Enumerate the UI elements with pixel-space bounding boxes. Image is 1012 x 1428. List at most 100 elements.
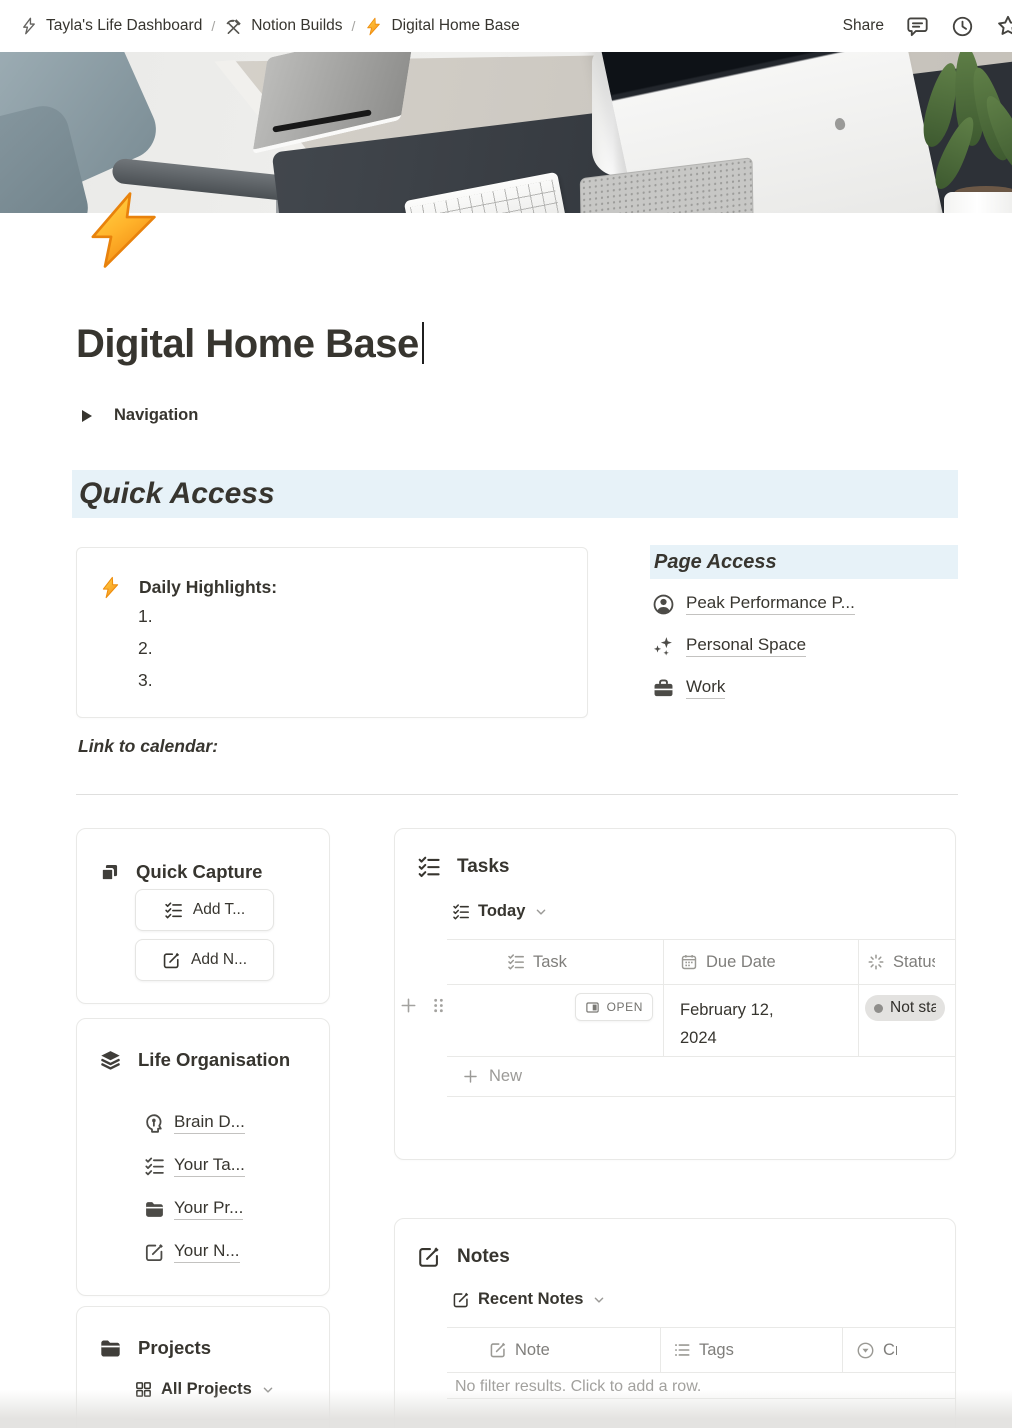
column-header-note[interactable]: Note	[447, 1328, 660, 1372]
side-peek-icon	[585, 1000, 600, 1015]
new-row-button[interactable]: New	[447, 1057, 955, 1097]
calendar-icon	[680, 953, 698, 971]
projects-title: Projects	[138, 1333, 211, 1363]
comments-icon[interactable]	[906, 15, 929, 38]
navigation-toggle[interactable]: Navigation	[82, 406, 198, 425]
page-title[interactable]: Digital Home Base	[76, 322, 424, 367]
view-label: Recent Notes	[478, 1290, 583, 1309]
column-label: Status	[893, 953, 935, 972]
checklist-icon	[507, 953, 525, 971]
page-access-link-peak-performance[interactable]: Peak Performance P...	[652, 589, 855, 619]
sparkles-icon	[652, 635, 675, 658]
folder-icon	[144, 1199, 165, 1220]
share-button[interactable]: Share	[843, 17, 884, 35]
chevron-down-icon	[533, 904, 549, 920]
task-row[interactable]: OPEN February 12, 2024 Not started	[447, 985, 955, 1057]
list-item[interactable]: 1.	[138, 606, 153, 627]
link-brain-dump[interactable]: Brain D...	[144, 1112, 245, 1134]
column-label: Tags	[699, 1341, 734, 1360]
due-date-value: February 12, 2024	[680, 996, 802, 1052]
column-label: Due Date	[706, 953, 776, 972]
open-row-button[interactable]: OPEN	[575, 993, 653, 1021]
cover-plant-pot	[944, 192, 1012, 213]
notion-page: Tayla's Life Dashboard / Notion Builds /…	[0, 0, 1012, 1428]
breadcrumb: Tayla's Life Dashboard / Notion Builds /…	[20, 0, 520, 52]
topbar-actions: Share	[843, 0, 1012, 52]
new-row-label: New	[489, 1067, 522, 1086]
tasks-card: Tasks Today Task Due Date	[394, 828, 956, 1160]
clock-icon[interactable]	[951, 15, 974, 38]
link-your-projects[interactable]: Your Pr...	[144, 1198, 243, 1220]
column-header-created[interactable]: Created	[842, 1328, 955, 1372]
empty-results-text: No filter results. Click to add a row.	[455, 1378, 701, 1396]
quick-access-heading: Quick Access	[72, 470, 958, 518]
tasks-table-header: Task Due Date Status	[447, 939, 955, 985]
due-date-cell[interactable]: February 12, 2024	[663, 985, 858, 1056]
page-access-link-personal-space[interactable]: Personal Space	[652, 631, 806, 661]
link-label: Your N...	[174, 1241, 240, 1263]
breadcrumb-item-digital-home-base[interactable]: Digital Home Base	[364, 17, 519, 36]
add-task-label: Add T...	[193, 901, 245, 919]
layers-icon	[99, 1049, 122, 1072]
circle-down-icon	[856, 1341, 875, 1360]
column-header-task[interactable]: Task	[447, 940, 663, 984]
checklist-icon	[144, 1156, 165, 1177]
life-organisation-title: Life Organisation	[138, 1045, 290, 1075]
column-label: Created	[883, 1341, 897, 1360]
page-access-link-work[interactable]: Work	[652, 673, 725, 703]
notes-title: Notes	[457, 1244, 510, 1270]
navigation-toggle-label: Navigation	[114, 406, 198, 425]
breadcrumb-item-notion-builds[interactable]: Notion Builds	[224, 17, 342, 36]
breadcrumb-separator: /	[211, 18, 215, 34]
today-view-selector[interactable]: Today	[452, 902, 549, 921]
breadcrumb-item-dashboard[interactable]: Tayla's Life Dashboard	[20, 17, 202, 35]
column-header-tags[interactable]: Tags	[660, 1328, 842, 1372]
breadcrumb-label: Digital Home Base	[391, 17, 519, 35]
compose-icon	[417, 1245, 441, 1269]
recent-notes-view-selector[interactable]: Recent Notes	[452, 1290, 607, 1309]
list-item[interactable]: 3.	[138, 670, 153, 691]
page-link-label: Work	[686, 677, 725, 699]
life-organisation-card: Life Organisation Brain D... Your Ta... …	[76, 1018, 330, 1296]
link-label: Brain D...	[174, 1112, 245, 1134]
status-badge: Not started	[865, 995, 945, 1021]
page-access-heading: Page Access	[650, 545, 958, 579]
add-note-label: Add N...	[191, 951, 247, 969]
notes-card: Notes Recent Notes Note Tags Created	[394, 1218, 956, 1428]
toggle-triangle-icon	[82, 410, 92, 422]
row-gutter	[399, 996, 448, 1015]
bulleted-list-icon	[673, 1341, 691, 1359]
open-label: OPEN	[607, 1000, 643, 1014]
link-your-tasks[interactable]: Your Ta...	[144, 1155, 245, 1177]
status-cell[interactable]: Not started	[858, 985, 955, 1056]
column-label: Note	[515, 1341, 550, 1360]
empty-results-row[interactable]: No filter results. Click to add a row.	[447, 1373, 955, 1399]
column-header-due-date[interactable]: Due Date	[663, 940, 858, 984]
add-note-button[interactable]: Add N...	[135, 939, 274, 981]
checklist-icon	[164, 901, 183, 920]
status-icon	[867, 953, 885, 971]
text-cursor	[422, 322, 424, 364]
daily-highlights-card: Daily Highlights: 1. 2. 3.	[76, 547, 588, 718]
add-task-button[interactable]: Add T...	[135, 889, 274, 931]
breadcrumb-separator: /	[352, 18, 356, 34]
add-row-plus-icon[interactable]	[399, 996, 418, 1015]
notes-table-header: Note Tags Created	[447, 1327, 955, 1373]
all-projects-view-selector[interactable]: All Projects	[134, 1380, 276, 1399]
link-to-calendar-text: Link to calendar:	[78, 736, 218, 757]
column-header-status[interactable]: Status	[858, 940, 955, 984]
list-item[interactable]: 2.	[138, 638, 153, 659]
bolt-outline-icon	[20, 17, 38, 35]
status-dot-icon	[874, 1004, 883, 1013]
drag-handle-icon[interactable]	[429, 996, 448, 1015]
status-label: Not started	[890, 999, 936, 1017]
chevron-down-icon	[591, 1292, 607, 1308]
task-cell[interactable]: OPEN	[447, 985, 663, 1056]
link-your-notes[interactable]: Your N...	[144, 1241, 240, 1263]
page-icon-lightning[interactable]	[86, 188, 162, 272]
lightning-icon	[364, 17, 383, 36]
notes-table: Note Tags Created No filter results. Cli…	[447, 1327, 955, 1399]
grid-icon	[134, 1380, 153, 1399]
star-icon[interactable]	[996, 14, 1012, 38]
checklist-icon	[417, 855, 441, 879]
